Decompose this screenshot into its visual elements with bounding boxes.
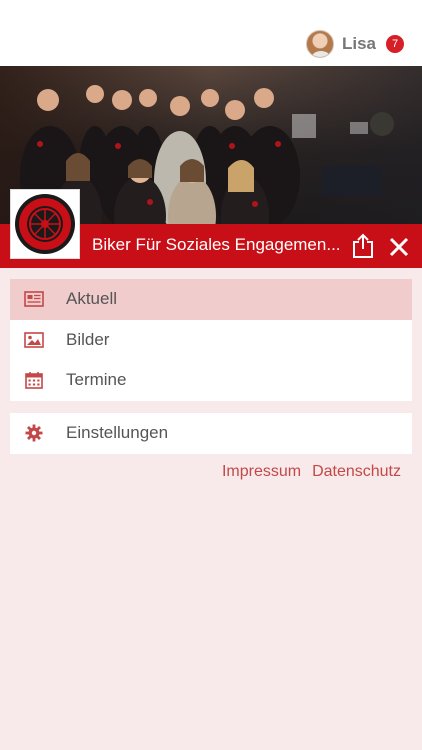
- avatar[interactable]: [305, 30, 334, 58]
- organization-logo: [10, 189, 80, 259]
- user-name[interactable]: Lisa: [342, 34, 376, 54]
- menu-item-einstellungen[interactable]: Einstellungen: [10, 413, 412, 454]
- image-icon: [24, 330, 44, 350]
- notification-badge[interactable]: 7: [386, 35, 404, 53]
- footer-links: Impressum Datenschutz: [222, 463, 401, 481]
- menu-item-label: Termine: [66, 370, 127, 390]
- menu-item-termine[interactable]: Termine: [10, 360, 412, 401]
- close-icon: [389, 237, 409, 257]
- menu-item-label: Bilder: [66, 329, 110, 349]
- menu-item-aktuell[interactable]: Aktuell: [10, 279, 412, 320]
- navigation-menu: Aktuell Bilder Termine: [10, 279, 412, 401]
- impressum-link[interactable]: Impressum: [222, 463, 301, 481]
- close-button[interactable]: [386, 234, 412, 260]
- menu-item-label: Aktuell: [66, 289, 118, 309]
- share-button[interactable]: [350, 232, 376, 260]
- newspaper-icon: [24, 289, 44, 309]
- page-title: Biker Für Soziales Engagemen...: [92, 235, 341, 254]
- top-bar: Lisa 7: [0, 0, 422, 66]
- gear-icon: [24, 423, 44, 443]
- datenschutz-link[interactable]: Datenschutz: [312, 463, 401, 481]
- menu-item-bilder[interactable]: Bilder: [10, 320, 412, 361]
- user-profile[interactable]: Lisa 7: [305, 28, 404, 60]
- wheel-logo-icon: [15, 194, 75, 254]
- share-icon: [353, 233, 373, 258]
- calendar-icon: [24, 370, 44, 390]
- settings-menu: Einstellungen: [10, 413, 412, 454]
- menu-item-label: Einstellungen: [66, 423, 169, 443]
